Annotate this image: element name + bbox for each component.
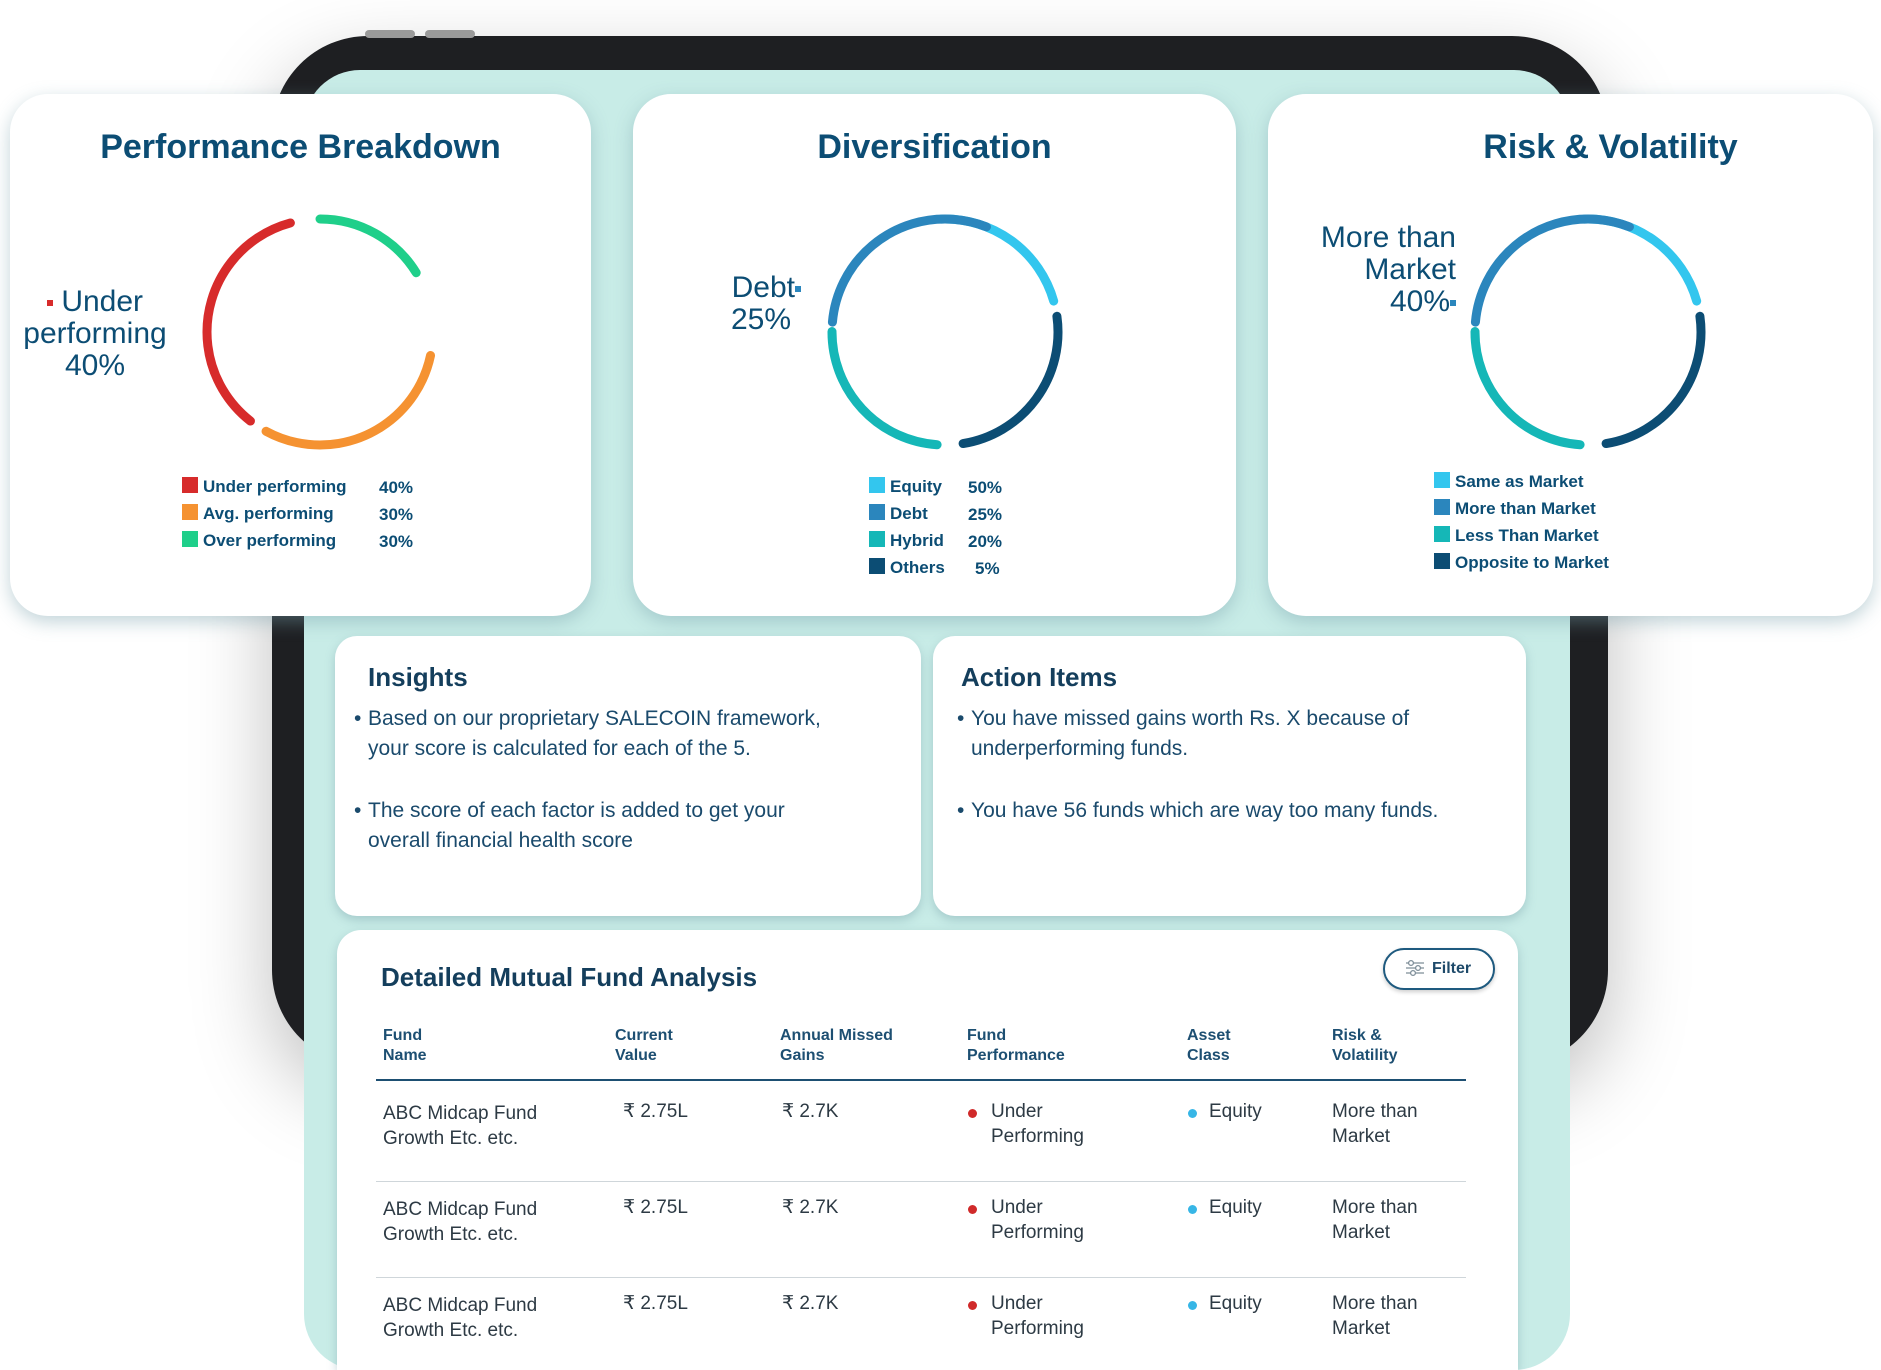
asset-class-cell: Equity <box>1209 1293 1262 1314</box>
row-divider <box>376 1277 1466 1278</box>
performance-callout: Under performing 40% <box>23 285 167 382</box>
legend-swatch <box>1434 553 1450 569</box>
donut-segment-opposite-to-market <box>1470 214 1706 450</box>
risk-donut-chart <box>1470 214 1706 450</box>
legend-item: Others 5% <box>869 557 1049 584</box>
legend-swatch <box>182 477 198 493</box>
risk-callout: More than Market 40% <box>1320 221 1456 318</box>
asset-class-cell: Equity <box>1209 1197 1262 1218</box>
legend-swatch <box>1434 526 1450 542</box>
legend-item: Equity 50% <box>869 476 1049 503</box>
legend-item: Less Than Market <box>1434 525 1674 552</box>
diversification-callout: Debt 25% <box>693 272 801 336</box>
legend-swatch <box>182 531 198 547</box>
diversification-card: Diversification Debt 25% Equity 50% Debt… <box>633 94 1236 616</box>
action-item: • You have missed gains worth Rs. X beca… <box>957 707 1410 760</box>
callout-marker-icon <box>46 300 53 307</box>
asset-class-dot <box>1188 1205 1197 1214</box>
performance-status-dot <box>968 1109 977 1118</box>
risk-legend: Same as Market More than Market Less Tha… <box>1434 471 1674 579</box>
legend-swatch <box>869 504 885 520</box>
donut-segment-hybrid <box>827 214 1063 450</box>
legend-swatch <box>869 531 885 547</box>
column-header-fund-performance[interactable]: Fund Performance <box>967 1026 1065 1066</box>
asset-class-cell: Equity <box>1209 1101 1262 1122</box>
donut-segment-others <box>827 214 1063 450</box>
action-items-panel: Action Items • You have missed gains wor… <box>933 636 1526 916</box>
table-header-divider <box>376 1079 1466 1081</box>
legend-swatch <box>182 504 198 520</box>
donut-segment-more-than-market <box>1470 214 1706 450</box>
legend-swatch <box>1434 499 1450 515</box>
legend-item: Hybrid 20% <box>869 530 1049 557</box>
insights-title: Insights <box>368 662 468 692</box>
legend-item: Debt 25% <box>869 503 1049 530</box>
legend-swatch <box>1434 472 1450 488</box>
fund-analysis-title: Detailed Mutual Fund Analysis <box>381 962 758 992</box>
legend-item: Opposite to Market <box>1434 552 1674 579</box>
current-value-cell: ₹ 2.75L <box>623 1101 688 1122</box>
fund-name-cell: ABC Midcap Fund Growth Etc. etc. <box>383 1295 538 1341</box>
asset-class-dot <box>1188 1301 1197 1310</box>
risk-title: Risk & Volatility <box>1483 128 1738 166</box>
legend-item: More than Market <box>1434 498 1674 525</box>
asset-class-dot <box>1188 1109 1197 1118</box>
legend-swatch <box>869 558 885 574</box>
risk-volatility-card: Risk & Volatility More than Market 40% S… <box>1268 94 1873 616</box>
column-header-annual-missed-gains[interactable]: Annual Missed Gains <box>780 1026 893 1066</box>
missed-gains-cell: ₹ 2.7K <box>782 1197 839 1218</box>
column-header-risk-volatility[interactable]: Risk & Volatility <box>1332 1026 1398 1066</box>
performance-card: Performance Breakdown Under performing 4… <box>10 94 591 616</box>
diversification-donut-chart <box>827 214 1063 450</box>
action-item: • You have 56 funds which are way too ma… <box>957 799 1439 822</box>
callout-marker-icon <box>795 286 801 293</box>
insights-panel: Insights • Based on our proprietary SALE… <box>335 636 921 916</box>
legend-swatch <box>869 477 885 493</box>
insight-item: • The score of each factor is added to g… <box>354 799 785 852</box>
fund-name-cell: ABC Midcap Fund Growth Etc. etc. <box>383 1199 538 1245</box>
callout-marker-icon <box>1450 300 1456 307</box>
missed-gains-cell: ₹ 2.7K <box>782 1293 839 1314</box>
performance-status-dot <box>968 1301 977 1310</box>
legend-item: Over performing 30% <box>182 530 432 557</box>
fund-performance-cell: Under Performing <box>991 1293 1084 1339</box>
risk-volatility-cell: More than Market <box>1332 1101 1418 1147</box>
performance-status-dot <box>968 1205 977 1214</box>
diversification-legend: Equity 50% Debt 25% Hybrid 20% Others 5% <box>869 476 1049 584</box>
fund-performance-cell: Under Performing <box>991 1197 1084 1243</box>
tablet-volume-button <box>365 30 415 38</box>
legend-item: Under performing 40% <box>182 476 432 503</box>
risk-volatility-cell: More than Market <box>1332 1293 1418 1339</box>
performance-title: Performance Breakdown <box>100 128 501 166</box>
column-header-asset-class[interactable]: Asset Class <box>1187 1026 1231 1066</box>
insight-item: • Based on our proprietary SALECOIN fram… <box>354 707 821 760</box>
performance-legend: Under performing 40% Avg. performing 30%… <box>182 476 432 557</box>
donut-segment-less-than-market <box>1470 214 1706 450</box>
current-value-cell: ₹ 2.75L <box>623 1293 688 1314</box>
legend-item: Avg. performing 30% <box>182 503 432 530</box>
action-items-title: Action Items <box>961 662 1118 692</box>
legend-item: Same as Market <box>1434 471 1674 498</box>
filter-button[interactable]: Filter <box>1383 948 1495 990</box>
performance-donut-chart <box>202 214 438 450</box>
fund-name-cell: ABC Midcap Fund Growth Etc. etc. <box>383 1103 538 1149</box>
column-header-current-value[interactable]: Current Value <box>615 1026 673 1066</box>
risk-volatility-cell: More than Market <box>1332 1197 1418 1243</box>
row-divider <box>376 1181 1466 1182</box>
missed-gains-cell: ₹ 2.7K <box>782 1101 839 1122</box>
current-value-cell: ₹ 2.75L <box>623 1197 688 1218</box>
donut-segment-debt <box>827 214 1063 450</box>
column-header-fund-name[interactable]: Fund Name <box>383 1026 427 1066</box>
filter-sliders-icon <box>1406 959 1424 977</box>
diversification-title: Diversification <box>817 128 1052 166</box>
donut-segment-under-performing <box>202 214 438 450</box>
tablet-volume-button <box>425 30 475 38</box>
donut-segment-avg-performing <box>202 214 438 450</box>
fund-performance-cell: Under Performing <box>991 1101 1084 1147</box>
